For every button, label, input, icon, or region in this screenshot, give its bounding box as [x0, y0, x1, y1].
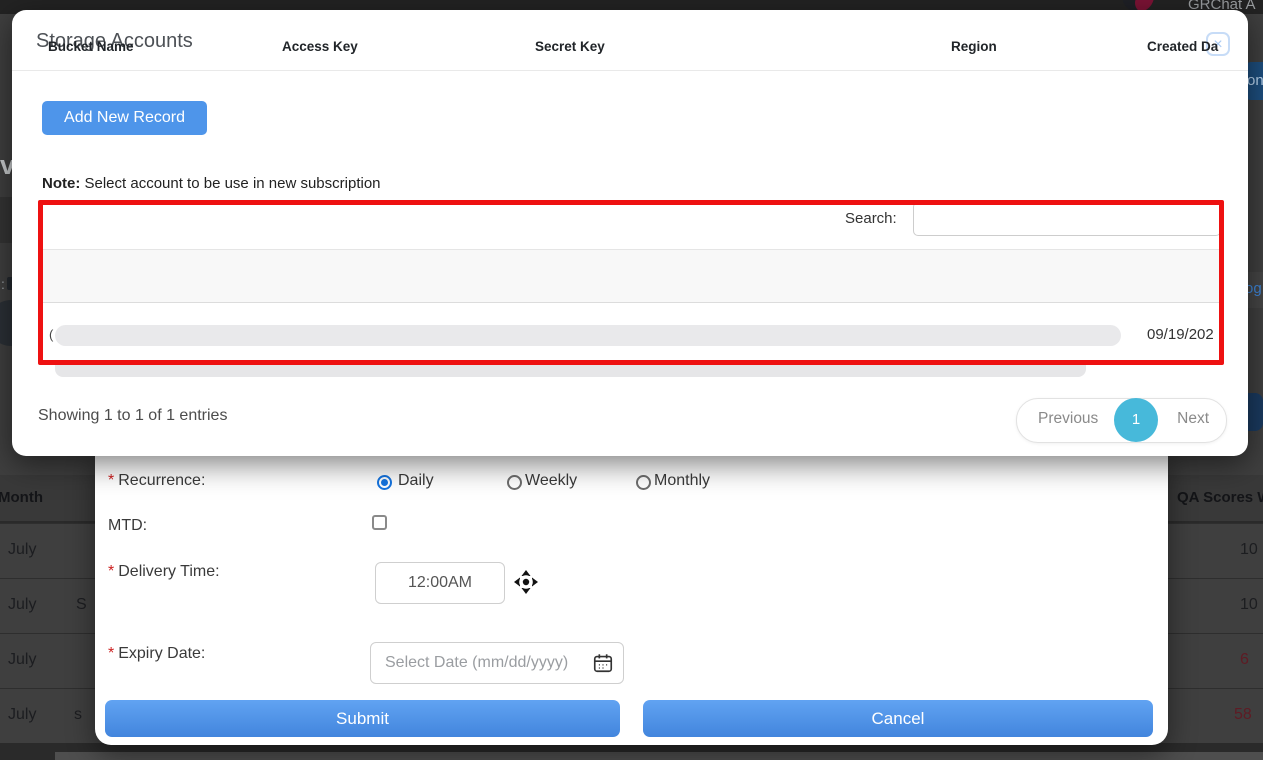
mtd-checkbox[interactable]: [372, 515, 387, 530]
table-row: July: [0, 523, 95, 578]
note-text: Note: Select account to be use in new su…: [42, 175, 381, 192]
required-marker: *: [108, 472, 114, 489]
table-row: 6: [1168, 633, 1263, 688]
expiry-date-input[interactable]: [370, 642, 624, 684]
column-qa-scores: QA Scores W: [1177, 489, 1263, 506]
table-row: 58: [1168, 688, 1263, 743]
note-label: Note:: [42, 175, 80, 192]
required-marker: *: [108, 563, 114, 580]
month-cell: July: [8, 596, 36, 614]
delivery-time-input[interactable]: [375, 562, 505, 604]
pagination: Previous 1 Next: [1016, 398, 1227, 443]
table-row: July S: [0, 578, 95, 633]
calendar-icon[interactable]: [592, 652, 614, 674]
table-row: July: [0, 633, 95, 688]
month-cell: July: [8, 651, 36, 669]
pagination-page-1[interactable]: 1: [1114, 398, 1158, 442]
background-colon-fragment: :: [1, 276, 5, 292]
qa-score-cell: 10: [1240, 541, 1258, 559]
redacted-row-partial: [55, 363, 1086, 377]
background-right-table: QA Scores W 10 10 6 58: [1168, 475, 1263, 743]
table-row: July s: [0, 688, 95, 743]
add-new-record-button[interactable]: Add New Record: [42, 101, 207, 135]
background-band: [0, 197, 12, 243]
mtd-label: MTD:: [108, 517, 147, 535]
radio-weekly[interactable]: [507, 475, 522, 490]
cell-fragment: s: [74, 706, 82, 724]
expiry-date-label: *Expiry Date:: [108, 645, 205, 663]
radio-monthly-label[interactable]: Monthly: [654, 472, 710, 490]
column-month: Month: [0, 489, 43, 506]
showing-entries-text: Showing 1 to 1 of 1 entries: [38, 407, 227, 425]
month-cell: July: [8, 706, 36, 724]
cell-fragment: S: [76, 596, 87, 614]
radio-daily[interactable]: [377, 475, 392, 490]
radio-monthly[interactable]: [636, 475, 651, 490]
timepicker-icon[interactable]: [514, 570, 538, 594]
right-table-header-row: QA Scores W: [1168, 475, 1263, 523]
background-left-table: Month July July S July July s: [0, 475, 95, 743]
column-secret-key[interactable]: Secret Key: [535, 39, 605, 54]
qa-score-cell: 58: [1234, 706, 1252, 724]
column-created-date[interactable]: Created Da: [1147, 39, 1218, 54]
left-table-header-row: Month: [0, 475, 95, 523]
header-divider: [12, 70, 1248, 71]
column-access-key[interactable]: Access Key: [282, 39, 358, 54]
month-cell: July: [8, 541, 36, 559]
required-marker: *: [108, 645, 114, 662]
pagination-previous[interactable]: Previous: [1038, 410, 1098, 428]
radio-daily-label[interactable]: Daily: [398, 472, 434, 490]
radio-weekly-label[interactable]: Weekly: [525, 472, 577, 490]
delivery-time-label: *Delivery Time:: [108, 563, 220, 581]
highlight-annotation: [38, 200, 1224, 365]
column-bucket-name[interactable]: Bucket Name: [48, 39, 134, 54]
qa-score-cell: 10: [1240, 596, 1258, 614]
table-row: 10: [1168, 578, 1263, 633]
submit-button[interactable]: Submit: [105, 700, 620, 737]
storage-accounts-modal: Storage Accounts × Add New Record Note: …: [12, 10, 1248, 456]
subscription-form-modal: *Recurrence: Daily Weekly Monthly MTD: *…: [95, 448, 1168, 745]
cancel-button[interactable]: Cancel: [643, 700, 1153, 737]
table-row: 10: [1168, 523, 1263, 578]
qa-score-cell: 6: [1240, 651, 1249, 669]
column-region[interactable]: Region: [951, 39, 997, 54]
pagination-next[interactable]: Next: [1177, 410, 1209, 428]
recurrence-label: *Recurrence:: [108, 472, 205, 490]
background-bottom-bar: [55, 752, 1263, 760]
